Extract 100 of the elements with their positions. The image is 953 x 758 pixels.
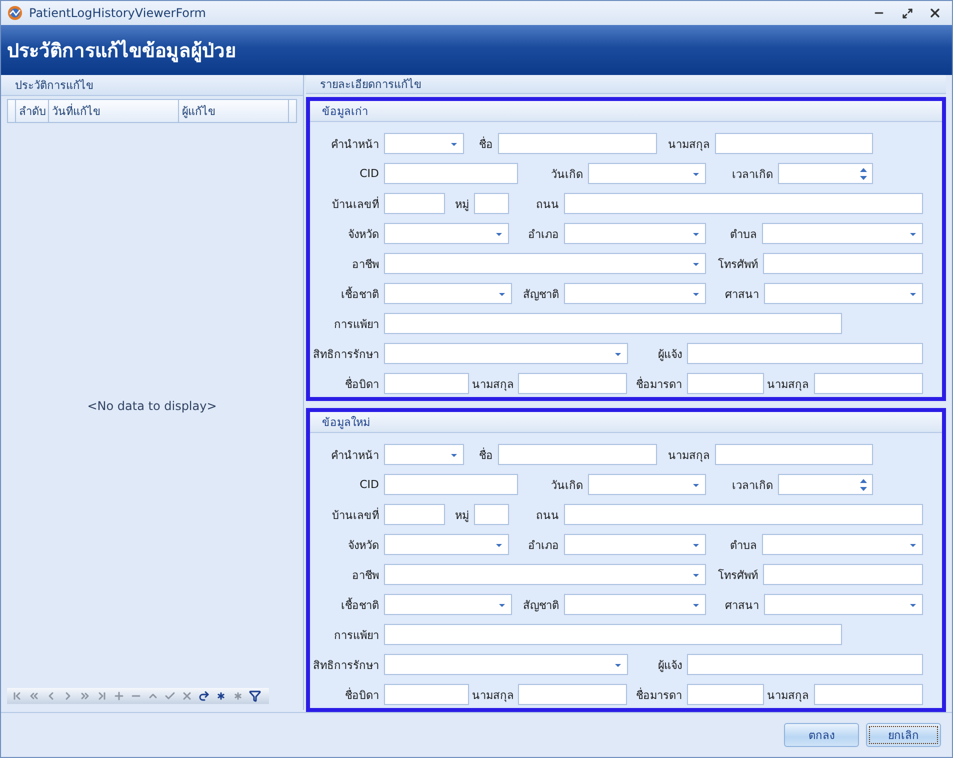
input-field[interactable]: [474, 193, 509, 214]
caret-icon: [910, 293, 916, 296]
field-label: ตำบล: [729, 226, 757, 242]
input-field[interactable]: [715, 444, 873, 465]
dropdown-field[interactable]: [588, 474, 706, 495]
field-label: บ้านเลขที่: [331, 196, 379, 212]
input-field[interactable]: [715, 133, 873, 154]
caret-icon: [693, 544, 699, 547]
filter-icon[interactable]: [247, 689, 263, 703]
group-title: ข้อมูลเก่า: [310, 101, 942, 122]
field-label: ชื่อบิดา: [344, 686, 379, 704]
input-field[interactable]: [384, 504, 445, 525]
field-label: ศาสนา: [724, 286, 759, 302]
input-field[interactable]: [687, 373, 764, 394]
dropdown-field[interactable]: [564, 283, 706, 304]
field-label: นามสกุล: [767, 376, 809, 392]
input-field[interactable]: [384, 373, 469, 394]
dropdown-field[interactable]: [384, 343, 628, 364]
field-label: จังหวัด: [347, 226, 379, 242]
dropdown-field[interactable]: [764, 594, 923, 615]
input-field[interactable]: [518, 684, 627, 705]
caret-icon: [910, 604, 916, 607]
caret-icon: [910, 544, 916, 547]
field-label: อำเภอ: [527, 226, 559, 242]
input-field[interactable]: [384, 193, 445, 214]
dropdown-field[interactable]: [384, 444, 464, 465]
field-label: สัญชาติ: [522, 286, 559, 302]
field-label: เวลาเกิด: [731, 478, 773, 494]
dropdown-field[interactable]: [564, 594, 706, 615]
caret-icon: [693, 233, 699, 236]
column-header[interactable]: ผู้แก้ไข: [179, 100, 289, 122]
dropdown-field[interactable]: [384, 253, 706, 274]
spinner-icon[interactable]: [860, 478, 867, 492]
caret-icon: [496, 544, 502, 547]
field-label: CID: [358, 478, 379, 491]
input-field[interactable]: [474, 504, 509, 525]
dialog-button[interactable]: ยกเลิก: [866, 723, 941, 747]
dropdown-field[interactable]: [384, 534, 509, 555]
caret-icon: [693, 604, 699, 607]
close-icon: [928, 6, 942, 20]
input-field[interactable]: [518, 373, 627, 394]
dropdown-field[interactable]: [384, 223, 509, 244]
input-field[interactable]: [384, 684, 469, 705]
field-label: นามสกุล: [472, 688, 513, 704]
field-label: โทรศัพท์: [717, 256, 758, 272]
input-field[interactable]: [564, 193, 923, 214]
caret-icon: [693, 263, 699, 266]
field-label: นามสกุล: [667, 136, 710, 152]
time-field[interactable]: [778, 163, 873, 184]
dropdown-field[interactable]: [762, 534, 923, 555]
field-label: บ้านเลขที่: [331, 506, 379, 524]
time-field[interactable]: [778, 474, 873, 495]
input-field[interactable]: [687, 684, 764, 705]
input-field[interactable]: [498, 444, 657, 465]
dropdown-field[interactable]: [762, 223, 923, 244]
field-label: ชื่อ: [478, 136, 493, 152]
field-label: อาชีพ: [351, 256, 379, 272]
field-label: นามสกุล: [472, 376, 513, 392]
input-field[interactable]: [763, 564, 923, 585]
input-field[interactable]: [384, 474, 518, 495]
field-label: ศาสนา: [724, 598, 759, 614]
field-label: การแพ้ยา: [333, 316, 379, 332]
field-label: ชื่อ: [478, 446, 493, 464]
input-field[interactable]: [687, 654, 923, 675]
maximize-icon: [902, 8, 912, 18]
dropdown-field[interactable]: [384, 594, 512, 615]
dropdown-field[interactable]: [384, 654, 628, 675]
field-label: เชื้อชาติ: [340, 596, 379, 614]
dropdown-field[interactable]: [384, 283, 512, 304]
column-header[interactable]: วันที่แก้ไข: [49, 100, 179, 122]
input-field[interactable]: [687, 343, 923, 364]
input-field[interactable]: [814, 373, 923, 394]
column-header[interactable]: ลำดับ: [16, 100, 49, 122]
dropdown-field[interactable]: [384, 564, 706, 585]
field-label: สิทธิการรักษา: [312, 658, 379, 674]
field-label: การแพ้ยา: [333, 628, 379, 644]
input-field[interactable]: [384, 624, 842, 645]
input-field[interactable]: [564, 504, 923, 525]
caret-icon: [910, 233, 916, 236]
field-label: เวลาเกิด: [731, 166, 773, 182]
caret-icon: [451, 143, 457, 146]
dialog-button[interactable]: ตกลง: [784, 723, 859, 747]
input-field[interactable]: [763, 253, 923, 274]
dropdown-field[interactable]: [564, 534, 706, 555]
spinner-icon[interactable]: [860, 167, 867, 181]
caret-icon: [615, 664, 621, 667]
input-field[interactable]: [384, 163, 518, 184]
input-field[interactable]: [498, 133, 657, 154]
app-icon: [7, 5, 23, 21]
dropdown-field[interactable]: [384, 133, 464, 154]
field-label: ผู้แจ้ง: [657, 346, 682, 362]
field-label: คำนำหน้า: [330, 136, 379, 152]
dropdown-field[interactable]: [564, 223, 706, 244]
field-label: ชื่อมารดา: [635, 686, 682, 704]
dropdown-field[interactable]: [764, 283, 923, 304]
field-label: ถนน: [535, 508, 559, 524]
dropdown-field[interactable]: [588, 163, 706, 184]
input-field[interactable]: [384, 313, 842, 334]
input-field[interactable]: [814, 684, 923, 705]
field-label: นามสกุล: [767, 688, 809, 704]
